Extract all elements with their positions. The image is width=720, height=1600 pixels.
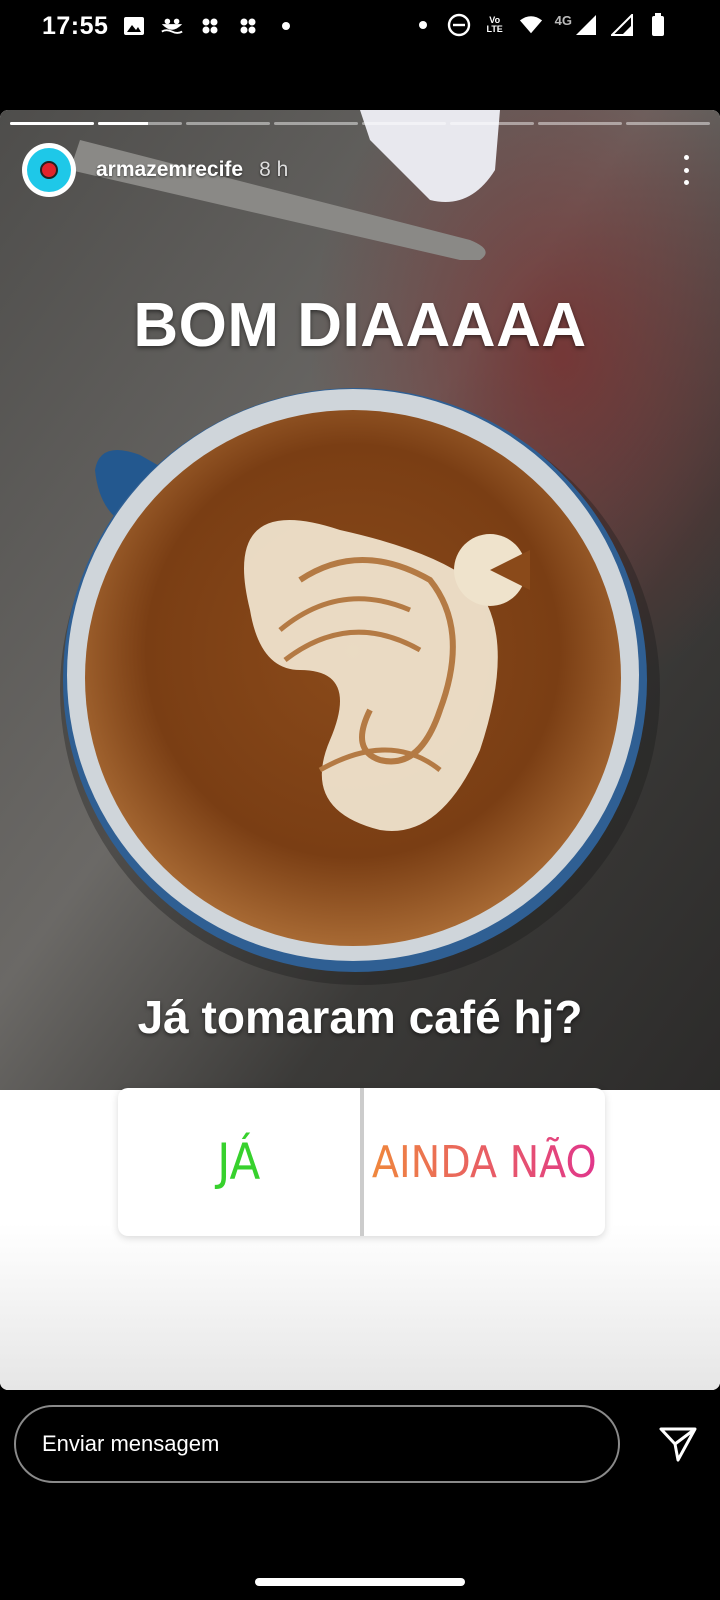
progress-segment xyxy=(538,122,622,125)
story-time: 8 h xyxy=(259,158,289,181)
poll-option-ja[interactable]: JÁ xyxy=(118,1088,360,1236)
boat-icon xyxy=(160,14,184,38)
poll-option-ainda-nao[interactable]: AINDA NÃO xyxy=(364,1088,606,1236)
progress-segment xyxy=(362,122,446,125)
home-indicator[interactable] xyxy=(255,1578,465,1586)
fan-icon xyxy=(236,14,260,38)
image-icon xyxy=(122,14,146,38)
avatar[interactable] xyxy=(22,143,76,197)
send-icon[interactable] xyxy=(658,1424,698,1464)
poll-question: Já tomaram café hj? xyxy=(137,991,583,1043)
dot-icon xyxy=(411,13,435,37)
story-card[interactable]: armazemrecife 8 h BOM DIAAAAA Já tomaram… xyxy=(0,110,720,1390)
battery-icon xyxy=(646,13,670,37)
do-not-disturb-icon xyxy=(447,13,471,37)
avatar-logo xyxy=(27,148,71,192)
progress-segment xyxy=(10,122,94,125)
message-input[interactable]: Enviar mensagem xyxy=(14,1405,620,1483)
signal-icon xyxy=(574,13,598,37)
story-header: armazemrecife 8 h xyxy=(22,142,696,198)
status-bar: 17:55 Vo LTE 4G xyxy=(0,0,720,56)
progress-segment xyxy=(186,122,270,125)
more-options-icon[interactable] xyxy=(676,153,696,187)
story-progress xyxy=(10,122,710,125)
message-placeholder: Enviar mensagem xyxy=(42,1431,220,1456)
volte-icon: Vo LTE xyxy=(486,15,503,34)
progress-segment xyxy=(274,122,358,125)
progress-segment xyxy=(98,122,182,125)
username[interactable]: armazemrecife xyxy=(96,158,243,182)
status-time: 17:55 xyxy=(42,12,109,40)
progress-segment xyxy=(450,122,534,125)
progress-segment xyxy=(626,122,710,125)
network-type: 4G xyxy=(554,12,572,28)
notification-icons xyxy=(122,14,298,38)
poll-sticker: JÁ AINDA NÃO xyxy=(118,1088,605,1236)
story-photo xyxy=(0,110,720,1090)
dot-icon xyxy=(274,14,298,38)
signal-icon xyxy=(610,13,634,37)
wifi-icon xyxy=(519,13,543,37)
system-icons: Vo LTE 4G xyxy=(411,13,670,37)
fan-icon xyxy=(198,14,222,38)
story-headline: BOM DIAAAAA xyxy=(133,291,587,360)
